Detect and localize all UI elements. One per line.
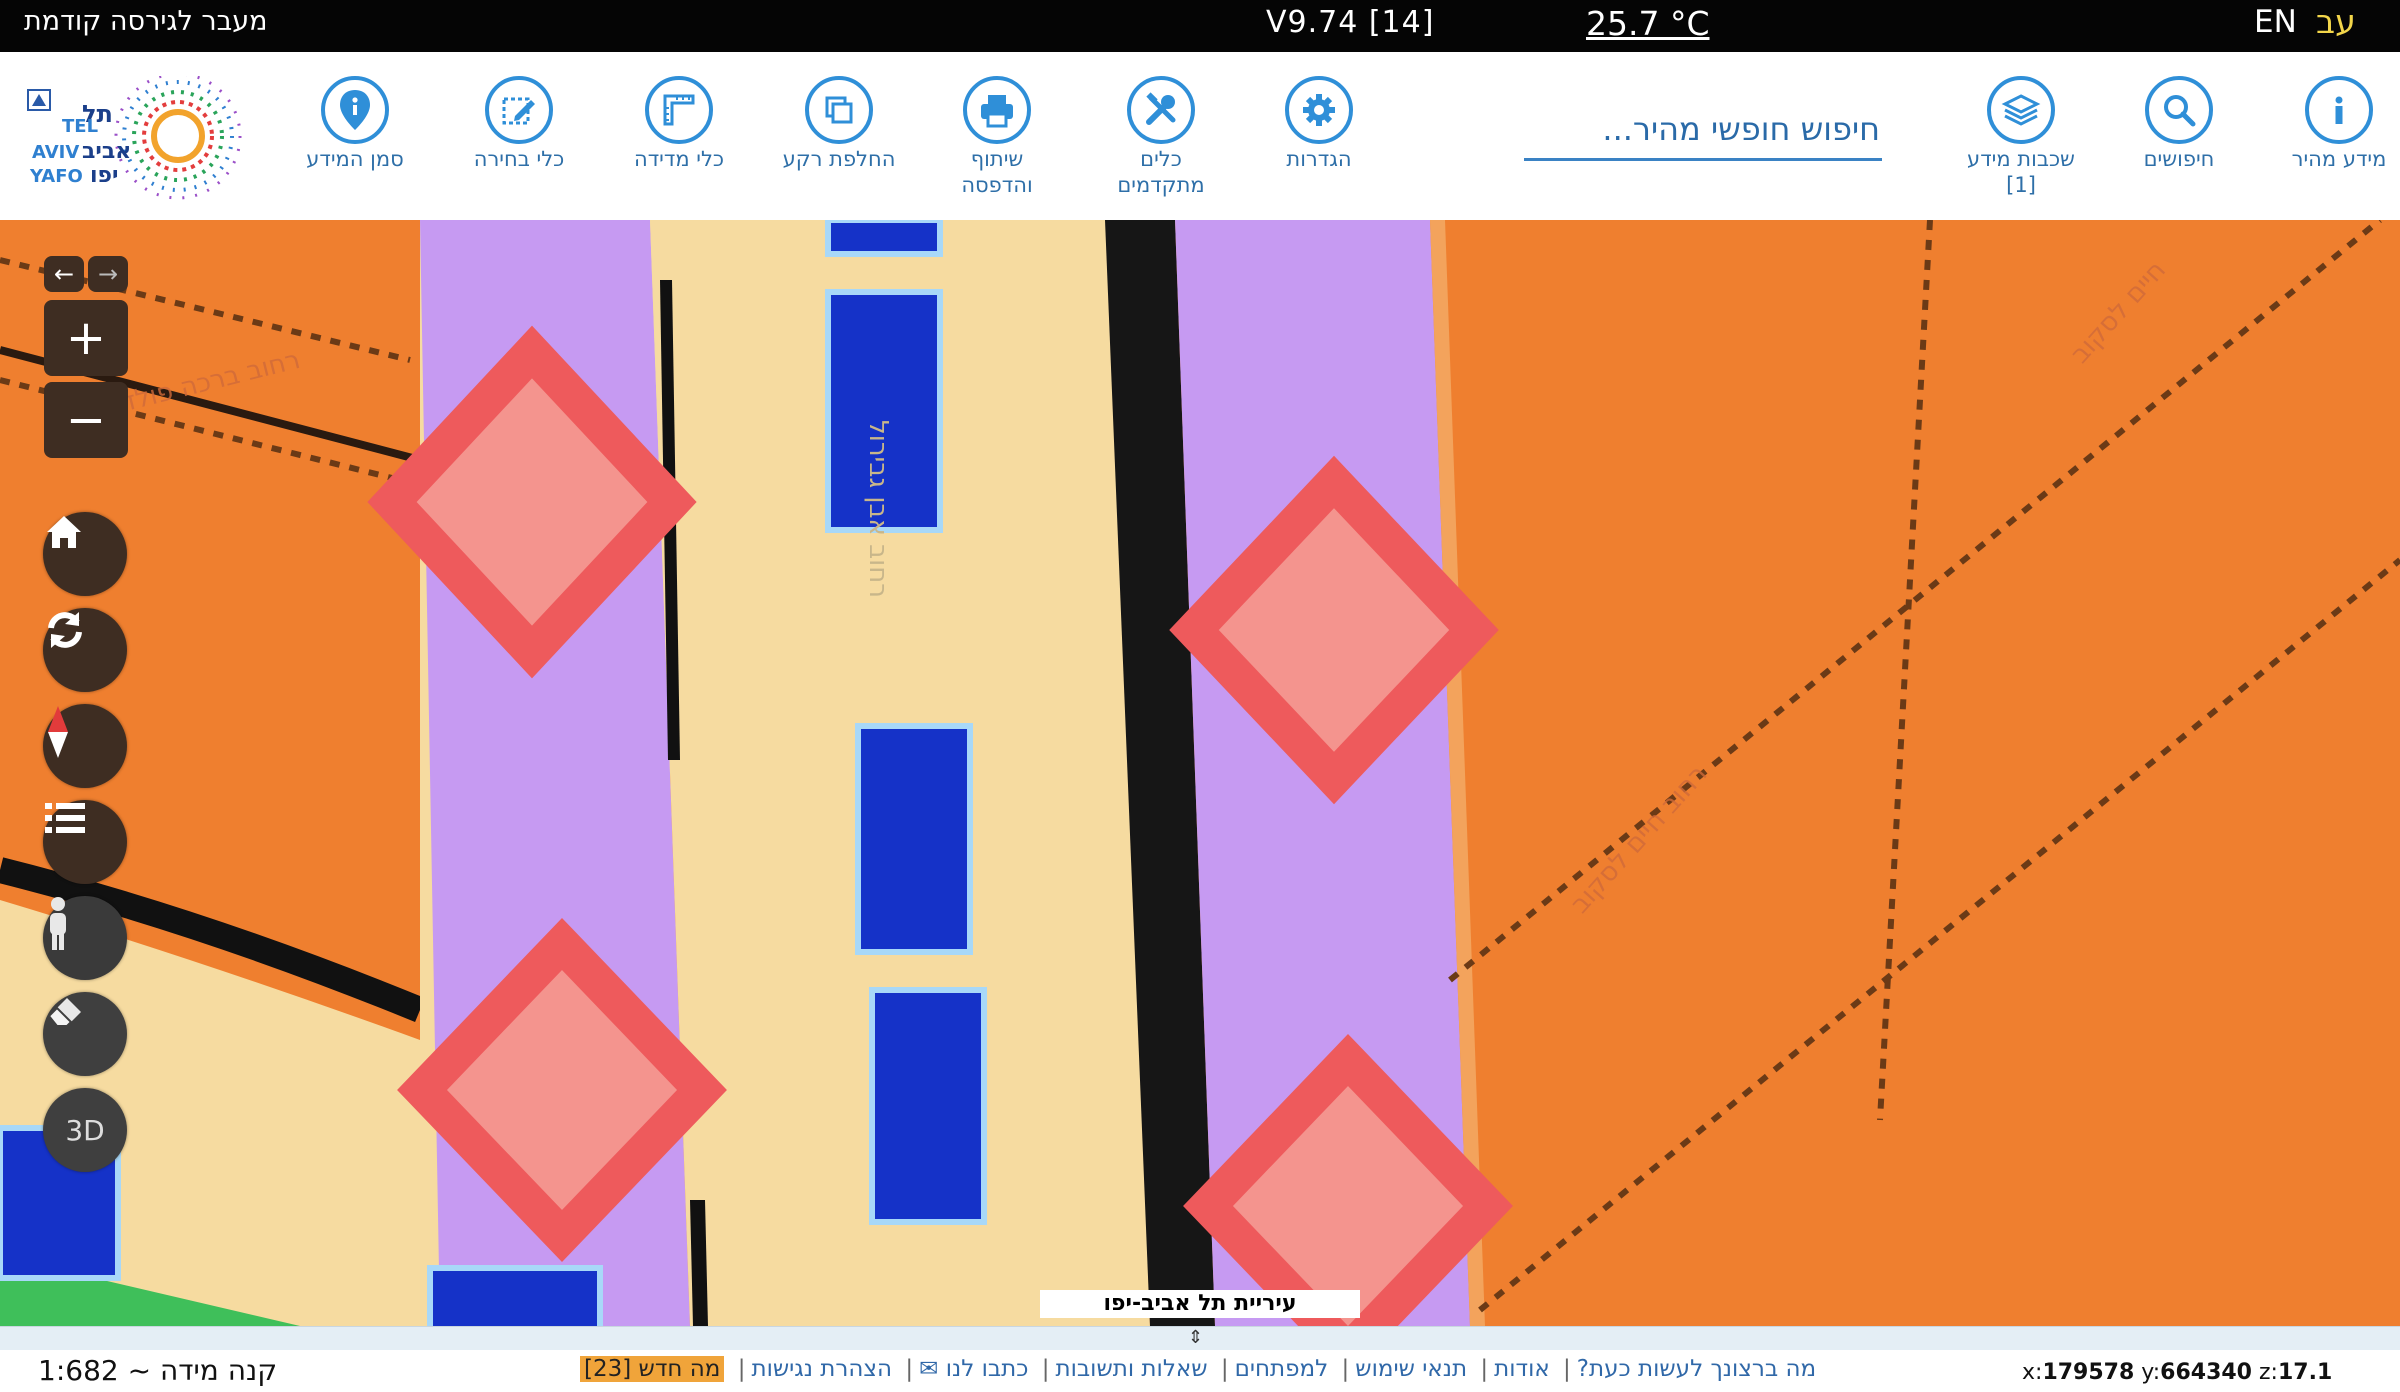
- info-layers-label: שכבות מידע: [1967, 147, 2075, 171]
- eraser-button[interactable]: [43, 992, 127, 1076]
- logo-text-tel: TEL: [62, 116, 98, 137]
- home-button[interactable]: [43, 512, 127, 596]
- advanced-tools-label-2: מתקדמים: [1117, 173, 1205, 197]
- compass-button[interactable]: [43, 704, 127, 788]
- emblem-icon: [27, 89, 51, 111]
- street-view-button[interactable]: [43, 896, 127, 980]
- advanced-tools-button[interactable]: כלים מתקדמים: [1076, 76, 1246, 198]
- coord-x-value: 179578: [2042, 1360, 2135, 1385]
- info-icon: [2305, 76, 2373, 144]
- share-print-label-1: שיתוף: [970, 147, 1024, 171]
- settings-label: הגדרות: [1286, 147, 1352, 171]
- logo-text-aviv: AVIV: [32, 142, 79, 163]
- toolbar: תל TEL AVIV אביב YAFO יפו סמן המידע כלי …: [0, 52, 2400, 220]
- panel-splitter[interactable]: ⇕: [0, 1326, 2400, 1351]
- three-d-button[interactable]: 3D: [43, 1088, 127, 1172]
- zoom-in-button[interactable]: +: [44, 300, 128, 376]
- pegman-icon: [50, 897, 66, 950]
- select-pencil-icon: [485, 76, 553, 144]
- ruler-icon: [645, 76, 713, 144]
- footer-link-what-to-do[interactable]: מה ברצונך לעשות כעת?: [1577, 1356, 1816, 1382]
- copy-squares-icon: [805, 76, 873, 144]
- language-en[interactable]: EN: [2254, 4, 2297, 40]
- quick-info-button[interactable]: מידע מהיר: [2254, 76, 2400, 172]
- language-he[interactable]: עב: [2316, 2, 2356, 41]
- searches-label: חיפושים: [2143, 147, 2215, 171]
- top-bar: מעבר לגירסה קודמת V9.74 [14] 25.7 °C EN …: [0, 0, 2400, 52]
- scale-label: קנה מידה ~: [127, 1354, 278, 1387]
- select-tools-label: כלי בחירה: [473, 147, 565, 171]
- logo-text-yafo: YAFO: [29, 166, 83, 187]
- gear-icon: [1285, 76, 1353, 144]
- footer-link-terms[interactable]: תנאי שימוש: [1355, 1356, 1467, 1382]
- chevron-up-down-icon[interactable]: ⇕: [1188, 1327, 1203, 1348]
- search-icon: [2145, 76, 2213, 144]
- logo-text-he-2: אביב: [82, 139, 131, 164]
- eraser-icon: [47, 998, 81, 1027]
- coord-y-value: 664340: [2160, 1360, 2252, 1385]
- info-marker-label: סמן המידע: [306, 147, 404, 171]
- list-icon: [45, 803, 85, 833]
- coord-z-label: z:: [2259, 1360, 2278, 1385]
- share-print-button[interactable]: שיתוף והדפסה: [912, 76, 1082, 198]
- info-marker-button[interactable]: סמן המידע: [270, 76, 440, 172]
- legend-list-button[interactable]: [43, 800, 127, 884]
- footer-links: מה ברצונך לעשות כעת?| אודות| תנאי שימוש|…: [580, 1356, 1816, 1382]
- map-pin-icon: [321, 76, 389, 144]
- footer-link-about[interactable]: אודות: [1494, 1356, 1550, 1382]
- zoom-out-button[interactable]: −: [44, 382, 128, 458]
- compass-icon: [48, 706, 68, 758]
- coord-z-value: 17.1: [2277, 1360, 2333, 1385]
- settings-button[interactable]: הגדרות: [1234, 76, 1404, 172]
- whats-new-badge[interactable]: מה חדש [23]: [580, 1356, 725, 1382]
- previous-version-link[interactable]: מעבר לגירסה קודמת: [24, 6, 268, 37]
- basemap-switch-label: החלפת רקע: [782, 147, 896, 171]
- scale-indicator: קנה מידה ~ 1:682: [38, 1354, 277, 1387]
- coord-y-label: y:: [2141, 1360, 2161, 1385]
- footer-link-developers[interactable]: למפתחים: [1235, 1356, 1329, 1382]
- logo-burst-icon: [114, 76, 242, 200]
- history-forward-icon[interactable]: →: [88, 256, 128, 292]
- home-icon: [47, 516, 81, 548]
- version-label: V9.74 [14]: [1266, 5, 1435, 40]
- info-layers-button[interactable]: שכבות מידע [1]: [1936, 76, 2106, 198]
- layers-icon: [1987, 76, 2055, 144]
- tools-wrench-icon: [1127, 76, 1195, 144]
- footer-link-faq[interactable]: שאלות ותשובות: [1056, 1356, 1208, 1382]
- select-tools-button[interactable]: כלי בחירה: [434, 76, 604, 172]
- refresh-icon: [48, 612, 82, 648]
- logo-text-he-3: יפו: [90, 163, 119, 188]
- footer-link-contact[interactable]: כתבו לנו ✉: [919, 1356, 1028, 1382]
- coordinates-readout: x:179578 y:664340 z:17.1: [2022, 1360, 2332, 1385]
- quick-search-input[interactable]: [1524, 100, 1882, 161]
- street-label-ibn-gabirol: רחוב אבן גבירול: [863, 420, 893, 598]
- quick-info-label: מידע מהיר: [2291, 147, 2387, 171]
- map-attribution: עיריית תל אביב-יפו: [1040, 1290, 1360, 1318]
- tel-aviv-yafo-logo[interactable]: תל TEL AVIV אביב YAFO יפו: [20, 76, 250, 204]
- refresh-button[interactable]: [43, 608, 127, 692]
- history-nav: ← →: [44, 256, 128, 292]
- scale-value: 1:682: [38, 1354, 119, 1387]
- share-print-label-2: והדפסה: [961, 173, 1033, 197]
- basemap-switch-button[interactable]: החלפת רקע: [754, 76, 924, 172]
- footer-bar: קנה מידה ~ 1:682 מה ברצונך לעשות כעת?| א…: [0, 1350, 2400, 1392]
- temperature-link[interactable]: 25.7 °C: [1586, 4, 1710, 43]
- map-canvas[interactable]: רחוב ברכה פולד רחוב אבן גבירול רחוב חיים…: [0, 220, 2400, 1326]
- advanced-tools-label-1: כלים: [1140, 147, 1182, 171]
- measure-tools-label: כלי מדידה: [633, 147, 725, 171]
- measure-tools-button[interactable]: כלי מדידה: [594, 76, 764, 172]
- printer-icon: [963, 76, 1031, 144]
- coord-x-label: x:: [2022, 1360, 2043, 1385]
- footer-link-accessibility[interactable]: הצהרת נגישות: [751, 1356, 892, 1382]
- searches-button[interactable]: חיפושים: [2094, 76, 2264, 172]
- info-layers-count: [1]: [2006, 173, 2036, 197]
- history-back-icon[interactable]: ←: [44, 256, 84, 292]
